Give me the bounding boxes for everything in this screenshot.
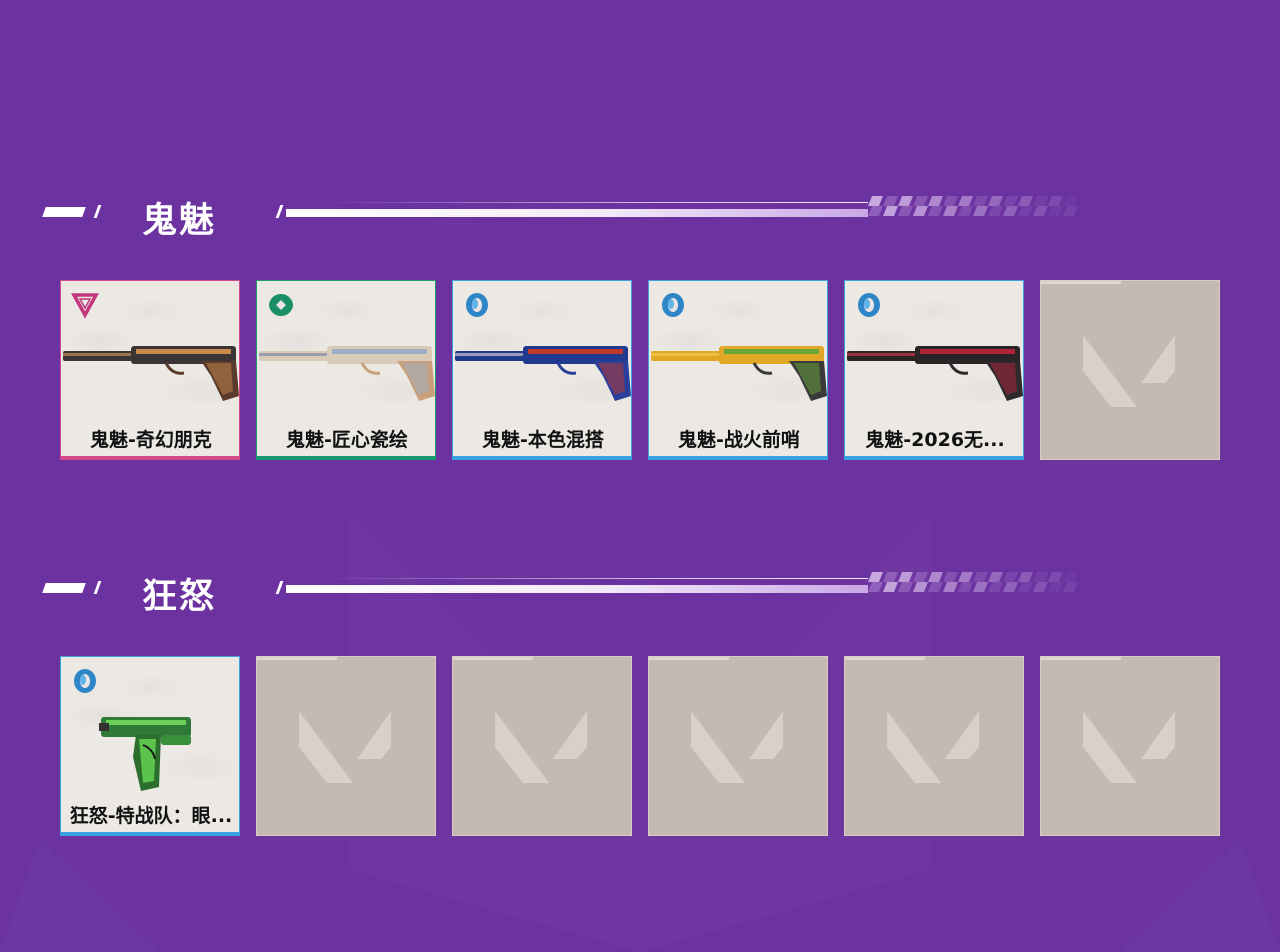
- valorant-logo-placeholder: [299, 711, 391, 783]
- skin-card[interactable]: 鬼魅-匠心瓷绘: [256, 280, 436, 460]
- weapon-image: [455, 346, 631, 401]
- header-bar: [286, 209, 868, 217]
- deluxe-tier-icon: [662, 293, 684, 317]
- empty-skin-slot: [844, 656, 1024, 836]
- valorant-logo-placeholder: [691, 711, 783, 783]
- header-line: [320, 202, 868, 203]
- checker-pattern: [868, 196, 1078, 216]
- valorant-logo-placeholder: [1083, 335, 1175, 407]
- empty-skin-slot: [256, 656, 436, 836]
- section-header: 鬼魅: [0, 190, 1280, 241]
- header-line: [320, 578, 868, 579]
- valorant-logo-placeholder: [1083, 711, 1175, 783]
- skin-name: 狂怒-特战队：眼...: [69, 805, 233, 827]
- skin-card[interactable]: 狂怒-特战队：眼...: [60, 656, 240, 836]
- header-slash: [93, 581, 102, 594]
- header-accent: [42, 207, 86, 217]
- header-slash: [275, 581, 284, 594]
- weapon-image: [847, 346, 1023, 401]
- empty-skin-slot: [648, 656, 828, 836]
- checker-pattern: [868, 572, 1078, 592]
- skin-name: 鬼魅-2026无...: [865, 429, 1005, 451]
- select-tier-icon: [269, 294, 293, 316]
- weapon-image: [651, 346, 827, 401]
- skin-card[interactable]: 鬼魅-2026无...: [844, 280, 1024, 460]
- valorant-logo-placeholder: [495, 711, 587, 783]
- valorant-logo-placeholder: [887, 711, 979, 783]
- skin-grid: 狂怒-特战队：眼...: [60, 656, 1230, 836]
- header-slash: [275, 205, 284, 218]
- deluxe-tier-icon: [74, 669, 96, 693]
- skin-name: 鬼魅-奇幻朋克: [90, 429, 212, 451]
- skin-name: 鬼魅-战火前哨: [678, 429, 800, 451]
- deluxe-tier-icon: [466, 293, 488, 317]
- skin-card[interactable]: 鬼魅-奇幻朋克: [60, 280, 240, 460]
- header-slash: [93, 205, 102, 218]
- weapon-image: [259, 346, 435, 401]
- deluxe-tier-icon: [858, 293, 880, 317]
- skin-grid: 鬼魅-奇幻朋克 鬼魅-匠心瓷绘 鬼魅-本色混搭 鬼魅-战火前哨 鬼魅-2026无…: [60, 280, 1230, 460]
- weapon-image: [99, 717, 191, 791]
- skin-card[interactable]: 鬼魅-战火前哨: [648, 280, 828, 460]
- skin-name: 鬼魅-匠心瓷绘: [286, 429, 408, 451]
- exclusive-tier-icon: [71, 293, 99, 319]
- empty-skin-slot: [452, 656, 632, 836]
- section-title: 狂怒: [142, 577, 217, 617]
- header-accent: [42, 583, 86, 593]
- section-title: 鬼魅: [142, 201, 217, 241]
- skin-name: 鬼魅-本色混搭: [482, 429, 604, 451]
- empty-skin-slot: [1040, 656, 1220, 836]
- header-bar: [286, 585, 868, 593]
- weapon-image: [63, 346, 239, 401]
- empty-skin-slot: [1040, 280, 1220, 460]
- skin-card[interactable]: 鬼魅-本色混搭: [452, 280, 632, 460]
- section-header: 狂怒: [0, 566, 1280, 617]
